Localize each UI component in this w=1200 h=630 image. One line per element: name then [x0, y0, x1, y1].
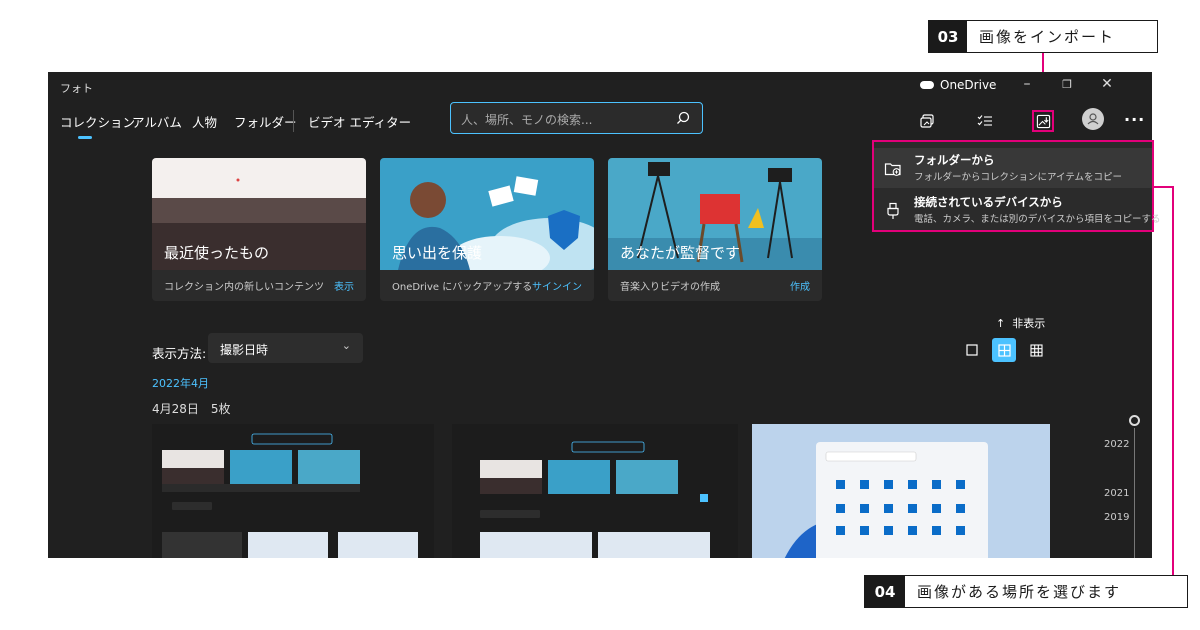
card-title: 最近使ったもの	[164, 244, 270, 262]
maximize-button[interactable]: ❐	[1052, 78, 1082, 91]
menu-item-description: フォルダーからコレクションにアイテムをコピー	[914, 172, 1123, 183]
timeline-handle[interactable]	[1129, 415, 1140, 426]
tab-video-editor[interactable]: ビデオ エディター	[308, 112, 411, 131]
view-by-dropdown[interactable]: 撮影日時 ⌄	[208, 333, 363, 363]
card-action-link[interactable]: サインイン	[532, 278, 582, 293]
search-input[interactable]: 人、場所、モノの検索...	[450, 102, 703, 134]
menu-item-description: 電話、カメラ、または別のデバイスから項目をコピーする	[914, 214, 1161, 225]
card-title: 思い出を保護	[392, 244, 483, 262]
view-medium-icon[interactable]	[992, 338, 1016, 362]
card-protect-memories[interactable]: 思い出を保護 OneDrive にバックアップする サインイン	[380, 158, 594, 301]
menu-item-label: フォルダーから	[914, 153, 995, 167]
callout-number: 04	[865, 576, 905, 607]
tab-people[interactable]: 人物	[192, 112, 217, 131]
callout-number: 03	[929, 21, 967, 52]
photo-thumbnail[interactable]	[452, 424, 738, 558]
callout-step-04: 04 画像がある場所を選びます	[864, 575, 1188, 608]
photo-thumbnail[interactable]	[752, 424, 1050, 558]
cloud-icon	[920, 81, 934, 89]
card-title: あなたが監督です	[620, 244, 741, 262]
timeline-year[interactable]: 2022	[1104, 439, 1129, 450]
callout-text: 画像をインポート	[979, 28, 1116, 46]
active-tab-indicator	[78, 136, 92, 139]
start-menu-thumbnail	[752, 424, 1050, 558]
slideshow-icon[interactable]	[916, 110, 938, 132]
tab-albums[interactable]: アルバム	[132, 112, 182, 131]
view-small-icon[interactable]	[1024, 338, 1048, 362]
import-menu: フォルダーから フォルダーからコレクションにアイテムをコピー 接続されているデバ…	[872, 140, 1161, 232]
view-by-label: 表示方法:	[152, 346, 207, 361]
screenshot-thumbnail	[452, 424, 738, 558]
card-action-link[interactable]: 作成	[790, 278, 810, 293]
callout-connector	[1154, 186, 1174, 188]
search-placeholder: 人、場所、モノの検索...	[461, 113, 593, 127]
nav-bar: コレクション アルバム 人物 フォルダー ビデオ エディター 人、場所、モノの検…	[48, 102, 1152, 142]
title-bar: フォト OneDrive – ❐ ✕	[48, 72, 1152, 102]
callout-connector	[1172, 186, 1174, 575]
tab-folders[interactable]: フォルダー	[234, 112, 297, 131]
timeline-track[interactable]	[1134, 428, 1135, 558]
screenshot-thumbnail	[152, 424, 434, 558]
menu-item-from-device[interactable]: 接続されているデバイスから 電話、カメラ、または別のデバイスから項目をコピーする	[874, 190, 1161, 230]
card-description: コレクション内の新しいコンテンツ	[164, 282, 324, 293]
day-heading: 4月28日 5枚	[152, 402, 231, 416]
arrow-up-icon: ↑	[996, 317, 1013, 330]
import-icon[interactable]	[1032, 110, 1054, 132]
hide-label: 非表示	[1012, 317, 1046, 330]
account-icon[interactable]	[1082, 108, 1104, 130]
callout-step-03: 03 画像をインポート	[928, 20, 1158, 53]
photo-thumbnail[interactable]	[152, 424, 434, 558]
search-icon	[677, 111, 690, 124]
timeline-year[interactable]: 2021	[1104, 488, 1129, 499]
usb-device-icon	[887, 202, 899, 219]
month-heading[interactable]: 2022年4月	[152, 375, 209, 391]
app-title: フォト	[60, 82, 93, 95]
card-description: OneDrive にバックアップする	[392, 282, 533, 293]
select-icon[interactable]	[974, 110, 996, 132]
card-description: 音楽入りビデオの作成	[620, 282, 720, 293]
chevron-down-icon: ⌄	[341, 339, 351, 352]
card-director[interactable]: あなたが監督です 音楽入りビデオの作成 作成	[608, 158, 822, 301]
view-large-icon[interactable]	[960, 338, 984, 362]
more-icon[interactable]: ···	[1124, 110, 1145, 129]
hide-button[interactable]: ↑ 非表示	[996, 315, 1045, 331]
card-action-link[interactable]: 表示	[334, 278, 354, 293]
view-by-value: 撮影日時	[220, 343, 269, 357]
minimize-button[interactable]: –	[1012, 76, 1042, 92]
card-recent[interactable]: 最近使ったもの コレクション内の新しいコンテンツ 表示	[152, 158, 366, 301]
onedrive-label: OneDrive	[940, 78, 997, 92]
menu-item-label: 接続されているデバイスから	[914, 195, 1063, 209]
nav-divider	[293, 110, 294, 132]
folder-add-icon	[884, 163, 901, 176]
callout-text: 画像がある場所を選びます	[917, 583, 1122, 601]
menu-item-from-folder[interactable]: フォルダーから フォルダーからコレクションにアイテムをコピー	[874, 148, 1152, 188]
onedrive-status[interactable]: OneDrive	[920, 78, 996, 92]
close-button[interactable]: ✕	[1092, 76, 1122, 92]
timeline-year[interactable]: 2019	[1104, 512, 1129, 523]
tab-collection[interactable]: コレクション	[60, 112, 135, 131]
